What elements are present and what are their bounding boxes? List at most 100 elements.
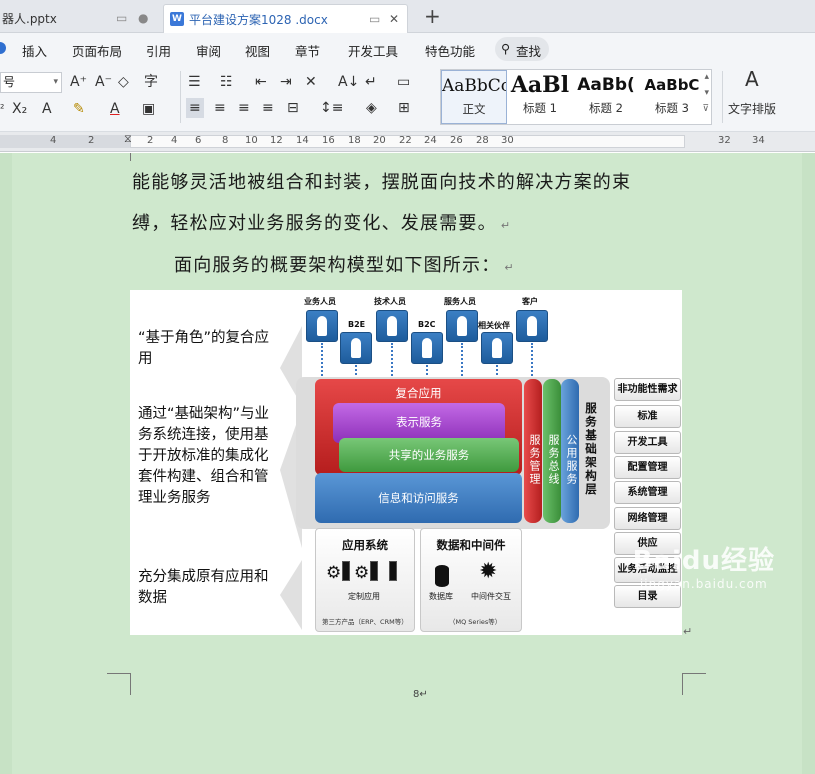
paragraph-mark: ↵	[504, 261, 515, 274]
right-item: 标准	[614, 405, 681, 428]
data-middleware-box: 数据和中间件 ✹ 数据库 中间件交互 （MQ Series等）	[420, 528, 522, 632]
right-item: 网络管理	[614, 507, 681, 530]
figure-label-legacy: 充分集成原有应用和数据	[138, 569, 269, 606]
style-gallery: AaBbCcDd 正文 AaBl 标题 1 AaBb( 标题 2 AaBbC 标…	[440, 69, 712, 125]
menu-page-layout[interactable]: 页面布局	[72, 41, 122, 60]
align-center-icon[interactable]: ≡	[214, 98, 226, 118]
chevron-down-icon: ▾	[53, 77, 58, 87]
person-icon	[446, 310, 478, 342]
sort-icon[interactable]: A↓	[338, 72, 359, 92]
tab-docx[interactable]: W 平台建设方案1028 .docx ▭ ✕	[163, 4, 408, 33]
paragraph-line[interactable]: 面向服务的概要架构模型如下图所示： ↵	[174, 251, 515, 277]
menu-chapter[interactable]: 章节	[295, 41, 320, 60]
borders-icon[interactable]: ⊞	[398, 98, 410, 118]
menu-bar: 插入 页面布局 引用 审阅 视图 章节 开发工具 特色功能 ⚲ 查找	[0, 33, 815, 65]
restore-icon[interactable]: ▭	[369, 12, 380, 26]
highlight-icon[interactable]: ✎	[73, 99, 85, 119]
numbered-list-icon[interactable]: ☷	[220, 72, 233, 92]
char-border-icon[interactable]: ▣	[142, 99, 155, 119]
text-layout-icon[interactable]: A	[745, 69, 759, 89]
ruler: 4 2 2 4 6 8 10 12 14 16 18 20 22 24 26 2…	[0, 132, 815, 152]
ribbon: 号 ▾ A⁺ A⁻ ◇ 字 ² X₂ A ✎ A ▣ ☰ ☷ ⇤ ⇥ ✕ A↓ …	[0, 65, 815, 132]
distribute-icon[interactable]: ⊟	[287, 98, 299, 118]
infra-layer-title: 服务基础架构层	[584, 402, 598, 497]
clear-format-icon[interactable]: ◇	[118, 72, 129, 92]
tab-bar: 器人.pptx ▭ ● W 平台建设方案1028 .docx ▭ ✕ +	[0, 0, 815, 33]
bar-common-services: 公用服务	[561, 379, 579, 523]
indent-marker-icon[interactable]: ⧖	[124, 132, 132, 146]
shrink-font-icon[interactable]: A⁻	[95, 72, 112, 92]
search-label: 查找	[516, 44, 542, 59]
app-menu-icon[interactable]	[0, 42, 6, 54]
person-label: 业务人员	[304, 297, 336, 306]
more-styles-icon[interactable]: ⊽	[702, 104, 709, 114]
person-icon	[340, 332, 372, 364]
show-marks-icon[interactable]: ↵	[365, 72, 377, 92]
word-doc-icon: W	[170, 12, 184, 26]
font-color-icon[interactable]: A	[110, 99, 120, 119]
menu-view[interactable]: 视图	[245, 41, 270, 60]
person-icon	[516, 310, 548, 342]
person-label: 相关伙伴	[478, 321, 510, 330]
increase-indent-icon[interactable]: ⇥	[280, 72, 292, 92]
restore-icon[interactable]: ▭	[116, 11, 127, 25]
server-icon	[342, 561, 350, 581]
new-tab-icon[interactable]: +	[424, 4, 441, 28]
menu-special[interactable]: 特色功能	[425, 41, 475, 60]
dot-icon[interactable]: ●	[138, 11, 148, 25]
right-item: 系统管理	[614, 481, 681, 504]
architecture-figure[interactable]: “基于角色”的复合应用 通过“基础架构”与业务系统连接，使用基于开放标准的集成化…	[130, 290, 682, 635]
figure-label-roles: “基于角色”的复合应用	[138, 330, 270, 367]
middleware-icon: ✹	[479, 559, 498, 584]
style-heading-2[interactable]: AaBb( 标题 2	[573, 70, 639, 124]
menu-references[interactable]: 引用	[146, 41, 171, 60]
style-heading-3[interactable]: AaBbC 标题 3	[639, 70, 705, 124]
justify-icon[interactable]: ≡	[262, 98, 274, 118]
shading-icon[interactable]: ◈	[366, 98, 377, 118]
gear-icon: ⚙	[326, 563, 342, 583]
bar-service-bus: 服务总线	[543, 379, 561, 523]
bullet-list-icon[interactable]: ☰	[188, 72, 201, 92]
menu-developer[interactable]: 开发工具	[348, 41, 398, 60]
scroll-down-icon[interactable]: ▾	[704, 88, 709, 98]
search-icon: ⚲	[501, 41, 511, 56]
font-size-select[interactable]: 号 ▾	[0, 72, 62, 93]
person-icon	[481, 332, 513, 364]
style-normal[interactable]: AaBbCcDd 正文	[441, 70, 507, 124]
chinese-layout-icon[interactable]: ✕	[305, 72, 317, 92]
figure-label-infra: 通过“基础架构”与业务系统连接，使用基于开放标准的集成化套件构建、组合和管理业务…	[138, 406, 270, 506]
server-icon	[370, 561, 378, 581]
grow-font-icon[interactable]: A⁺	[70, 72, 87, 92]
phonetic-icon[interactable]: 字	[144, 72, 158, 92]
scroll-up-icon[interactable]: ▴	[704, 72, 709, 82]
app-system-box: 应用系统 ⚙ ⚙ 定制应用 第三方产品（ERP、CRM等）	[315, 528, 415, 632]
decrease-indent-icon[interactable]: ⇤	[255, 72, 267, 92]
tab-pptx[interactable]: 器人.pptx ▭ ●	[0, 4, 156, 33]
person-icon	[411, 332, 443, 364]
style-heading-1[interactable]: AaBl 标题 1	[507, 70, 573, 124]
align-left-icon[interactable]: ≡	[186, 98, 204, 118]
superscript-icon[interactable]: ²	[0, 99, 4, 119]
paragraph-line[interactable]: 缚，轻松应对业务服务的变化、发展需要。 ↵	[132, 209, 511, 235]
menu-review[interactable]: 审阅	[196, 41, 221, 60]
layer-shared: 共享的业务服务	[339, 438, 519, 472]
person-icon	[376, 310, 408, 342]
menu-insert[interactable]: 插入	[22, 41, 47, 60]
right-item: 开发工具	[614, 431, 681, 454]
close-icon[interactable]: ✕	[389, 12, 399, 26]
text-layout-button[interactable]: 文字排版	[728, 99, 776, 119]
tab-label: 器人.pptx	[2, 12, 57, 26]
align-right-icon[interactable]: ≡	[238, 98, 250, 118]
paragraph-mark: ↵	[683, 625, 693, 638]
line-spacing-icon[interactable]: ↕≡	[320, 98, 343, 118]
paragraph-line[interactable]: 能能够灵活地被组合和封装，摆脱面向技术的解决方案的束	[132, 168, 631, 194]
person-label: 客户	[522, 297, 538, 306]
layer-info: 信息和访问服务	[315, 473, 522, 523]
grid-icon[interactable]: ▭	[397, 72, 410, 92]
subscript-icon[interactable]: X₂	[12, 99, 27, 119]
person-label: B2E	[348, 320, 366, 329]
bar-service-mgmt: 服务管理	[524, 379, 542, 523]
char-effect-icon[interactable]: A	[42, 99, 52, 119]
person-icon	[306, 310, 338, 342]
person-label: 服务人员	[444, 297, 476, 306]
